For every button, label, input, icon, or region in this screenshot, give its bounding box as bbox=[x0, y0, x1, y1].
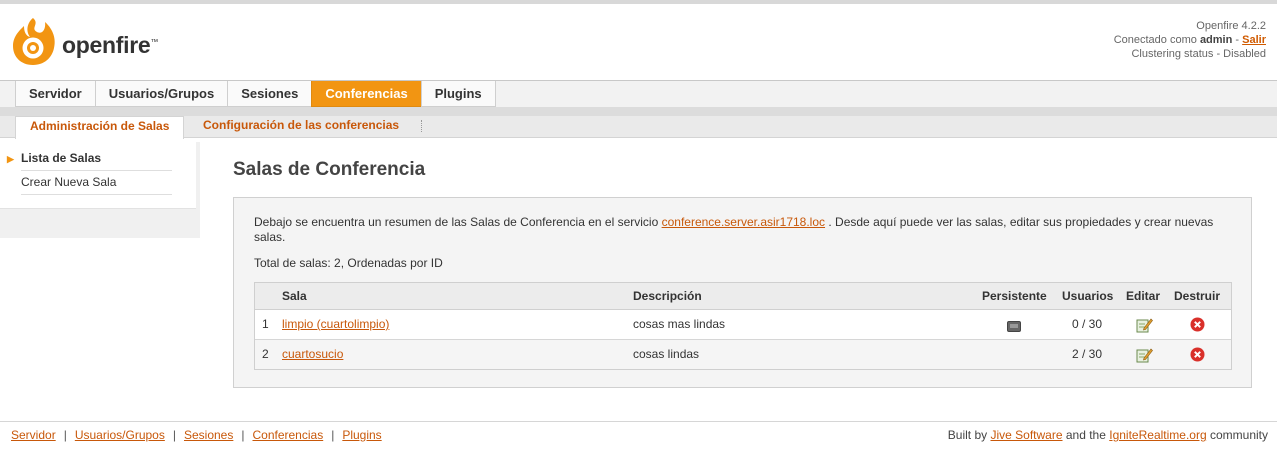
header-descripcion: Descripción bbox=[633, 289, 702, 303]
room-description: cosas mas lindas bbox=[633, 317, 726, 331]
main-tab-bar: Servidor Usuarios/Grupos Sesiones Confer… bbox=[0, 80, 1277, 108]
connected-as: Conectado como admin - Salir bbox=[1113, 34, 1266, 46]
subtab-separator bbox=[421, 120, 423, 132]
total-rooms: Total de salas: 2, Ordenadas por ID bbox=[254, 256, 443, 270]
tab-divider bbox=[0, 107, 1277, 116]
row-number: 1 bbox=[262, 317, 269, 331]
tab-plugins[interactable]: Plugins bbox=[420, 81, 496, 107]
header-sala: Sala bbox=[282, 289, 307, 303]
tab-sesiones[interactable]: Sesiones bbox=[227, 81, 313, 107]
ignite-link[interactable]: IgniteRealtime.org bbox=[1109, 428, 1206, 442]
rooms-table: Sala Descripción Persistente Usuarios Ed… bbox=[254, 282, 1232, 370]
footer-credit: Built by Jive Software and the IgniteRea… bbox=[947, 428, 1268, 442]
sidebar-item-crear-sala[interactable]: Crear Nueva Sala bbox=[21, 171, 172, 195]
header-usuarios: Usuarios bbox=[1062, 289, 1114, 303]
room-link[interactable]: limpio (cuartolimpio) bbox=[282, 317, 389, 331]
room-users: 2 / 30 bbox=[1071, 347, 1103, 361]
delete-icon[interactable] bbox=[1190, 317, 1205, 337]
delete-icon[interactable] bbox=[1190, 347, 1205, 367]
brand-name: openfire™ bbox=[62, 31, 159, 58]
subtab-administracion-salas[interactable]: Administración de Salas bbox=[15, 116, 185, 139]
intro-text: Debajo se encuentra un resumen de las Sa… bbox=[254, 215, 1214, 244]
footer: Servidor | Usuarios/Grupos | Sesiones | Confer… bbox=[0, 421, 1277, 467]
footer-link-plugins[interactable]: Plugins bbox=[342, 428, 381, 442]
footer-link-usuarios-grupos[interactable]: Usuarios/Grupos bbox=[75, 428, 165, 442]
header: openfire™ Openfire 4.2.2 Conectado como … bbox=[0, 4, 1277, 80]
tab-conferencias[interactable]: Conferencias bbox=[311, 81, 422, 107]
flame-logo-icon bbox=[13, 18, 55, 65]
edit-icon[interactable] bbox=[1136, 347, 1153, 368]
page-title: Salas de Conferencia bbox=[233, 159, 426, 180]
tab-servidor[interactable]: Servidor bbox=[15, 81, 96, 107]
jive-link[interactable]: Jive Software bbox=[990, 428, 1062, 442]
table-header: Sala Descripción Persistente Usuarios Ed… bbox=[255, 283, 1231, 310]
room-users: 0 / 30 bbox=[1071, 317, 1103, 331]
edit-icon[interactable] bbox=[1136, 317, 1153, 338]
header-editar: Editar bbox=[1126, 289, 1161, 303]
persistent-icon bbox=[1007, 319, 1021, 337]
clustering-status: Clustering status - Disabled bbox=[1131, 48, 1266, 60]
footer-link-servidor[interactable]: Servidor bbox=[11, 428, 56, 442]
arrow-right-icon: ▶ bbox=[7, 154, 14, 164]
header-destruir: Destruir bbox=[1174, 289, 1221, 303]
sidebar-item-lista-salas[interactable]: ▶ Lista de Salas bbox=[7, 147, 172, 171]
tab-usuarios-grupos[interactable]: Usuarios/Grupos bbox=[94, 81, 229, 107]
header-persistente: Persistente bbox=[982, 289, 1047, 303]
logout-link[interactable]: Salir bbox=[1242, 34, 1266, 46]
table-row: 2 cuartosucio cosas lindas 2 / 30 bbox=[255, 340, 1231, 369]
sidebar: ▶ Lista de Salas Crear Nueva Sala bbox=[0, 142, 200, 238]
table-row: 1 limpio (cuartolimpio) cosas mas lindas… bbox=[255, 310, 1231, 340]
openfire-logo[interactable]: openfire™ bbox=[10, 16, 158, 66]
footer-link-conferencias[interactable]: Conferencias bbox=[252, 428, 323, 442]
subtab-configuracion-conferencias[interactable]: Configuración de las conferencias bbox=[203, 116, 399, 137]
room-link[interactable]: cuartosucio bbox=[282, 347, 343, 361]
footer-link-sesiones[interactable]: Sesiones bbox=[184, 428, 233, 442]
version-text: Openfire 4.2.2 bbox=[1196, 20, 1266, 32]
sub-tab-bar: Administración de Salas Configuración de… bbox=[0, 116, 1277, 139]
header-info: Openfire 4.2.2 Conectado como admin - Sa… bbox=[1114, 19, 1266, 61]
rooms-panel: Debajo se encuentra un resumen de las Sa… bbox=[233, 197, 1252, 388]
row-number: 2 bbox=[262, 347, 269, 361]
room-description: cosas lindas bbox=[633, 347, 700, 361]
footer-links: Servidor | Usuarios/Grupos | Sesiones | Confer… bbox=[11, 428, 382, 442]
current-user: admin bbox=[1199, 34, 1233, 46]
service-link[interactable]: conference.server.asir1718.loc bbox=[662, 215, 825, 229]
